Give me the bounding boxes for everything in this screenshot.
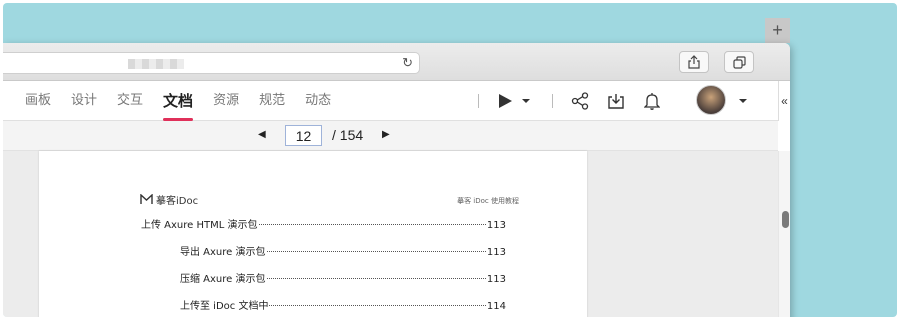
toc-page: 113: [486, 220, 506, 231]
share-button[interactable]: [679, 51, 709, 73]
toc-page: 114: [486, 301, 506, 312]
toc-title: 上传 Axure HTML 演示包: [141, 220, 258, 231]
divider: [552, 94, 553, 108]
nav-item-resources[interactable]: 资源: [203, 81, 249, 121]
page-number-input[interactable]: [285, 125, 322, 146]
vertical-scrollbar[interactable]: [778, 151, 790, 317]
nav-item-specs[interactable]: 规范: [249, 81, 295, 121]
toc-title: 压缩 Axure 演示包: [180, 274, 266, 285]
prev-page-icon[interactable]: ◀: [258, 129, 266, 140]
page-navigator: ◀ / 154 ▶: [3, 121, 778, 151]
nav-item-interaction[interactable]: 交互: [107, 81, 153, 121]
app-toolbar: 画板 设计 交互 文档 资源 规范 动态: [3, 81, 778, 121]
preview-button[interactable]: [494, 91, 534, 111]
bell-icon: [644, 93, 660, 110]
share-nodes-icon: [571, 92, 589, 110]
download-button[interactable]: [606, 91, 626, 111]
nav-item-activity[interactable]: 动态: [295, 81, 341, 121]
account-menu-button[interactable]: [736, 91, 750, 111]
page-total: / 154: [332, 127, 364, 143]
share-link-button[interactable]: [570, 91, 590, 111]
toc-entry[interactable]: 上传 Axure HTML 演示包 113: [141, 216, 506, 231]
logo-icon: [140, 194, 153, 204]
nav-item-artboard[interactable]: 画板: [15, 81, 61, 121]
toc-leader: [266, 278, 486, 279]
download-icon: [608, 94, 624, 109]
nav-item-documents[interactable]: 文档: [153, 81, 203, 121]
toc-title: 上传至 iDoc 文档中: [180, 301, 269, 312]
blurred-url: [128, 59, 184, 69]
document-viewer: 摹客iDoc 摹客 iDoc 使用教程 上传 Axure HTML 演示包 11…: [3, 151, 778, 317]
toc-entry[interactable]: 导出 Axure 演示包 113: [180, 243, 506, 258]
toc-title: 导出 Axure 演示包: [180, 247, 266, 258]
tabs-button[interactable]: [724, 51, 754, 73]
play-icon: [499, 94, 512, 108]
address-bar[interactable]: ↻: [3, 52, 420, 74]
tabs-icon: [732, 55, 746, 69]
toc-leader: [269, 305, 486, 306]
main-nav: 画板 设计 交互 文档 资源 规范 动态: [15, 81, 341, 121]
chevron-down-icon: [522, 99, 530, 103]
browser-chrome: ↻: [3, 43, 790, 81]
reload-icon[interactable]: ↻: [402, 55, 413, 71]
nav-item-design[interactable]: 设计: [61, 81, 107, 121]
new-tab-icon[interactable]: +: [765, 18, 790, 43]
toc-entry[interactable]: 上传至 iDoc 文档中 114: [180, 297, 506, 312]
toc-leader: [258, 224, 486, 225]
chevron-down-icon: [739, 99, 747, 103]
divider: [478, 94, 479, 108]
avatar[interactable]: [696, 85, 726, 115]
document-logo: 摹客iDoc: [140, 192, 198, 207]
notifications-button[interactable]: [643, 91, 661, 111]
toc-entry[interactable]: 压缩 Axure 演示包 113: [180, 270, 506, 285]
toc-page: 113: [486, 274, 506, 285]
scrollbar-thumb[interactable]: [782, 211, 789, 228]
document-page: 摹客iDoc 摹客 iDoc 使用教程 上传 Axure HTML 演示包 11…: [39, 151, 587, 317]
collapse-icon[interactable]: «: [778, 81, 790, 121]
browser-window: ↻ 画板 设计 交互 文档 资源 规范 动态 « ◀ 12 / 154 ▶ 摹客…: [3, 43, 790, 317]
next-page-icon[interactable]: ▶: [382, 129, 390, 140]
share-icon: [688, 55, 700, 69]
document-header: 摹客 iDoc 使用教程: [457, 197, 519, 205]
desktop-background: + ↻ 画板 设计 交互 文档 资源 规范 动态 « ◀ 12 / 154 ▶ …: [3, 3, 897, 317]
logo-text: 摹客iDoc: [156, 196, 199, 207]
toc-page: 113: [486, 247, 506, 258]
toc-leader: [266, 251, 486, 252]
